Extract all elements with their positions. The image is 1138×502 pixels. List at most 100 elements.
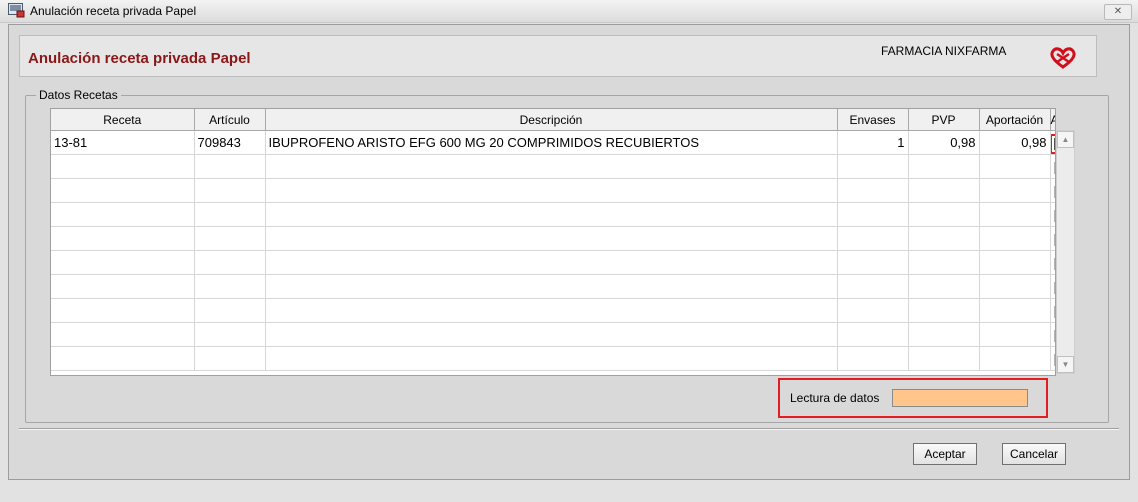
cell-aportacion[interactable]: [979, 250, 1051, 275]
cell-a: [1050, 346, 1055, 371]
cell-receta[interactable]: [51, 202, 195, 227]
column-header-a[interactable]: A: [1050, 109, 1055, 131]
cell-receta[interactable]: [51, 226, 195, 251]
table-row[interactable]: [51, 226, 1055, 251]
cell-articulo[interactable]: [194, 250, 266, 275]
table-row[interactable]: [51, 202, 1055, 227]
table-row[interactable]: [51, 298, 1055, 323]
cell-receta[interactable]: [51, 154, 195, 179]
cell-pvp[interactable]: [908, 250, 980, 275]
table-row[interactable]: [51, 322, 1055, 347]
cell-descripcion[interactable]: [265, 274, 838, 299]
cell-aportacion[interactable]: [979, 226, 1051, 251]
table-row[interactable]: [51, 178, 1055, 203]
datos-recetas-group: Datos Recetas Receta Artículo Descripció…: [25, 88, 1109, 423]
cell-aportacion[interactable]: [979, 322, 1051, 347]
cell-pvp[interactable]: [908, 274, 980, 299]
cell-descripcion[interactable]: [265, 346, 838, 371]
cell-descripcion[interactable]: [265, 298, 838, 323]
cell-descripcion[interactable]: [265, 322, 838, 347]
cell-receta[interactable]: [51, 274, 195, 299]
cell-envases[interactable]: [837, 298, 909, 323]
scroll-down-icon[interactable]: ▼: [1057, 356, 1074, 373]
checkbox[interactable]: [1053, 209, 1055, 222]
column-header-descripcion[interactable]: Descripción: [265, 109, 838, 131]
window-titlebar: Anulación receta privada Papel ✕: [0, 0, 1138, 23]
cell-pvp[interactable]: 0,98: [908, 130, 980, 155]
table-row[interactable]: [51, 274, 1055, 299]
cell-descripcion[interactable]: [265, 226, 838, 251]
cell-articulo[interactable]: [194, 226, 266, 251]
cell-pvp[interactable]: [908, 346, 980, 371]
cell-descripcion[interactable]: [265, 154, 838, 179]
cell-descripcion[interactable]: [265, 202, 838, 227]
table-row[interactable]: [51, 250, 1055, 275]
cell-articulo[interactable]: [194, 274, 266, 299]
cell-pvp[interactable]: [908, 322, 980, 347]
close-icon[interactable]: ✕: [1104, 4, 1132, 20]
header-panel: Anulación receta privada Papel FARMACIA …: [19, 35, 1097, 77]
table-row[interactable]: [51, 346, 1055, 371]
cell-pvp[interactable]: [908, 298, 980, 323]
table-row[interactable]: 13-81 709843 IBUPROFENO ARISTO EFG 600 MG …: [51, 130, 1055, 155]
cell-receta[interactable]: [51, 178, 195, 203]
cell-aportacion[interactable]: [979, 178, 1051, 203]
cell-envases[interactable]: [837, 250, 909, 275]
cell-descripcion[interactable]: [265, 178, 838, 203]
checkbox[interactable]: [1053, 329, 1055, 342]
cell-envases[interactable]: [837, 226, 909, 251]
window-title: Anulación receta privada Papel: [30, 4, 197, 18]
cell-articulo[interactable]: [194, 322, 266, 347]
cell-receta[interactable]: 13-81: [51, 130, 195, 155]
cell-aportacion[interactable]: [979, 298, 1051, 323]
column-header-envases[interactable]: Envases: [837, 109, 909, 131]
cell-envases[interactable]: [837, 178, 909, 203]
checkbox[interactable]: [1053, 305, 1055, 318]
cell-articulo[interactable]: [194, 178, 266, 203]
accept-button[interactable]: Aceptar: [913, 443, 977, 465]
checkbox[interactable]: [1053, 233, 1055, 246]
cell-envases[interactable]: [837, 346, 909, 371]
cell-envases[interactable]: 1: [837, 130, 909, 155]
cell-envases[interactable]: [837, 154, 909, 179]
cell-aportacion[interactable]: [979, 202, 1051, 227]
lectura-input[interactable]: [892, 389, 1028, 407]
cell-pvp[interactable]: [908, 178, 980, 203]
cell-articulo[interactable]: [194, 202, 266, 227]
cell-pvp[interactable]: [908, 202, 980, 227]
cell-articulo[interactable]: [194, 298, 266, 323]
cell-receta[interactable]: [51, 298, 195, 323]
cell-receta[interactable]: [51, 250, 195, 275]
cell-envases[interactable]: [837, 274, 909, 299]
cell-aportacion[interactable]: 0,98: [979, 130, 1051, 155]
cell-receta[interactable]: [51, 346, 195, 371]
scroll-up-icon[interactable]: ▲: [1057, 131, 1074, 148]
cancel-button[interactable]: Cancelar: [1002, 443, 1066, 465]
table-scrollbar[interactable]: ▲ ▼: [1056, 130, 1075, 374]
checkbox[interactable]: [1053, 353, 1055, 366]
cell-descripcion[interactable]: IBUPROFENO ARISTO EFG 600 MG 20 COMPRIMI…: [265, 130, 838, 155]
checkbox[interactable]: [1053, 185, 1055, 198]
checkbox-checked[interactable]: ✔: [1050, 133, 1055, 154]
column-header-pvp[interactable]: PVP: [908, 109, 980, 131]
cell-aportacion[interactable]: [979, 274, 1051, 299]
checkbox[interactable]: [1053, 257, 1055, 270]
table-row[interactable]: [51, 154, 1055, 179]
column-header-aportacion[interactable]: Aportación: [979, 109, 1051, 131]
cell-receta[interactable]: [51, 322, 195, 347]
column-header-articulo[interactable]: Artículo: [194, 109, 266, 131]
cell-pvp[interactable]: [908, 154, 980, 179]
checkbox[interactable]: [1053, 161, 1055, 174]
cell-a: [1050, 202, 1055, 227]
column-header-receta[interactable]: Receta: [51, 109, 195, 131]
checkbox[interactable]: [1053, 281, 1055, 294]
cell-articulo[interactable]: [194, 346, 266, 371]
cell-descripcion[interactable]: [265, 250, 838, 275]
cell-envases[interactable]: [837, 202, 909, 227]
cell-aportacion[interactable]: [979, 346, 1051, 371]
cell-articulo[interactable]: 709843: [194, 130, 266, 155]
cell-articulo[interactable]: [194, 154, 266, 179]
cell-pvp[interactable]: [908, 226, 980, 251]
cell-aportacion[interactable]: [979, 154, 1051, 179]
cell-envases[interactable]: [837, 322, 909, 347]
